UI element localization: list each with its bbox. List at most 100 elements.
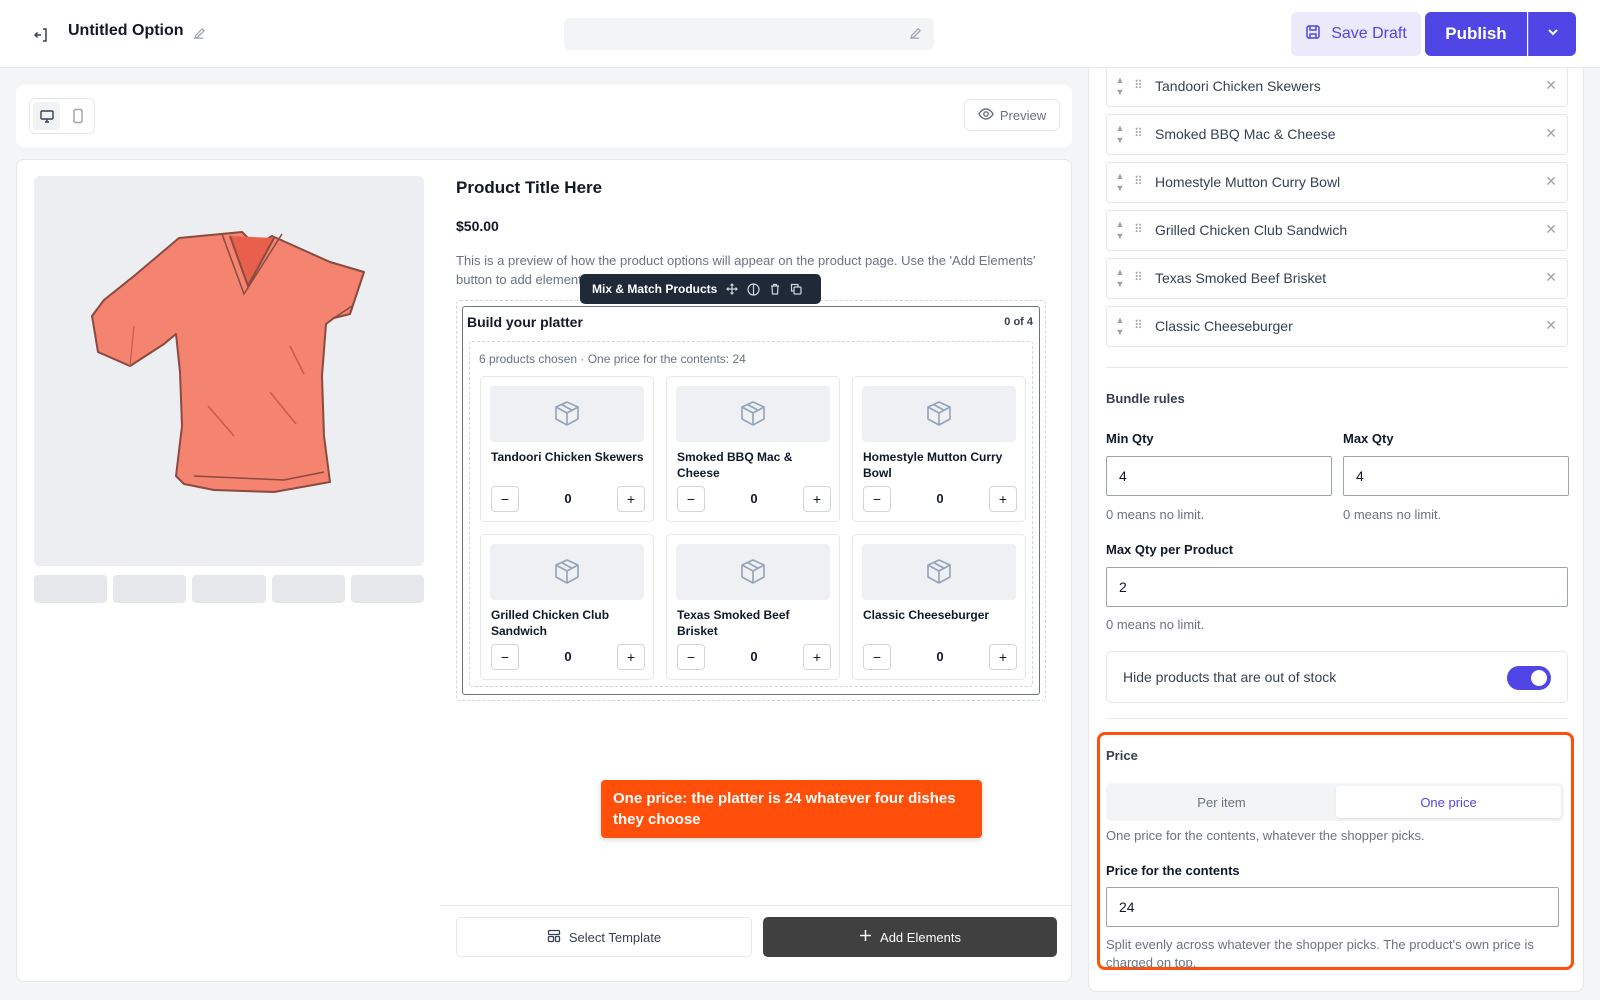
remove-icon[interactable]: ✕ (1545, 77, 1557, 94)
publish-button[interactable]: Publish (1425, 12, 1527, 56)
platter-title: Build your platter (467, 314, 583, 330)
max-per-product-label: Max Qty per Product (1106, 542, 1234, 557)
decrement-button[interactable]: − (491, 486, 519, 512)
quantity-stepper: − 0 + (491, 644, 645, 670)
contents-price-input[interactable]: 24 (1106, 887, 1559, 927)
thumbnail[interactable] (34, 575, 108, 603)
save-draft-label: Save Draft (1331, 25, 1407, 42)
sort-arrows-icon[interactable]: ▲ ▼ (1113, 74, 1127, 98)
box-icon (862, 544, 1016, 600)
price-heading: Price (1106, 748, 1138, 763)
increment-button[interactable]: + (803, 644, 831, 670)
option-name-field[interactable] (564, 18, 934, 50)
one-price-option[interactable]: One price (1336, 786, 1561, 818)
move-icon[interactable] (726, 283, 739, 295)
quantity-stepper: − 0 + (677, 644, 831, 670)
remove-icon[interactable]: ✕ (1545, 173, 1557, 190)
quantity-stepper: − 0 + (863, 644, 1017, 670)
trash-icon[interactable] (769, 283, 781, 295)
drag-handle-icon[interactable]: ⠿ (1134, 78, 1143, 92)
remove-icon[interactable]: ✕ (1545, 269, 1557, 286)
publish-dropdown-button[interactable] (1528, 12, 1576, 56)
save-icon (1305, 24, 1321, 45)
drag-handle-icon[interactable]: ⠿ (1134, 174, 1143, 188)
remove-icon[interactable]: ✕ (1545, 125, 1557, 142)
drag-handle-icon[interactable]: ⠿ (1134, 126, 1143, 140)
sort-arrows-icon[interactable]: ▲ ▼ (1113, 122, 1127, 146)
add-elements-label: Add Elements (880, 929, 961, 945)
remove-icon[interactable]: ✕ (1545, 221, 1557, 238)
thumbnail[interactable] (192, 575, 266, 603)
thumbnail[interactable] (350, 575, 425, 603)
hide-out-of-stock-row: Hide products that are out of stock (1106, 651, 1568, 703)
chosen-note: 6 products chosen · One price for the co… (479, 352, 746, 366)
duplicate-icon[interactable] (790, 283, 802, 295)
chevron-down-icon (1545, 24, 1561, 45)
decrement-button[interactable]: − (491, 644, 519, 670)
drag-handle-icon[interactable]: ⠿ (1134, 318, 1143, 332)
box-icon (862, 386, 1016, 442)
max-per-product-input[interactable]: 2 (1106, 567, 1568, 607)
list-item[interactable]: ▲ ▼ ⠿ Homestyle Mutton Curry Bowl ✕ (1106, 162, 1568, 203)
contents-price-label: Price for the contents (1106, 863, 1240, 878)
drag-handle-icon[interactable]: ⠿ (1134, 222, 1143, 236)
list-item[interactable]: ▲ ▼ ⠿ Grilled Chicken Club Sandwich ✕ (1106, 210, 1568, 251)
mix-match-element[interactable]: Build your platter 0 of 4 6 products cho… (462, 306, 1040, 695)
decrement-button[interactable]: − (863, 644, 891, 670)
columns-icon[interactable] (747, 282, 760, 296)
thumbnail[interactable] (113, 575, 187, 603)
preview-button[interactable]: Preview (964, 99, 1060, 131)
decrement-button[interactable]: − (677, 486, 705, 512)
thumbnail-strip (34, 575, 425, 603)
decrement-button[interactable]: − (677, 644, 705, 670)
list-item[interactable]: ▲ ▼ ⠿ Tandoori Chicken Skewers ✕ (1106, 68, 1568, 107)
element-toolbar: Mix & Match Products (580, 274, 821, 304)
device-toggle (29, 98, 95, 134)
product-card: Grilled Chicken Club Sandwich − 0 + (480, 534, 654, 680)
product-card: Texas Smoked Beef Brisket − 0 + (666, 534, 840, 680)
min-qty-label: Min Qty (1106, 431, 1154, 446)
list-item[interactable]: ▲ ▼ ⠿ Smoked BBQ Mac & Cheese ✕ (1106, 114, 1568, 155)
mobile-icon[interactable] (64, 102, 91, 130)
box-icon (490, 386, 644, 442)
thumbnail[interactable] (271, 575, 345, 603)
hide-out-of-stock-toggle[interactable] (1507, 666, 1551, 690)
sort-arrows-icon[interactable]: ▲ ▼ (1113, 170, 1127, 194)
list-item[interactable]: ▲ ▼ ⠿ Classic Cheeseburger ✕ (1106, 306, 1568, 347)
preview-canvas: Product Title Here $50.00 This is a prev… (16, 159, 1072, 982)
sort-arrows-icon[interactable]: ▲ ▼ (1113, 314, 1127, 338)
per-item-option[interactable]: Per item (1109, 786, 1334, 818)
remove-icon[interactable]: ✕ (1545, 317, 1557, 334)
increment-button[interactable]: + (989, 486, 1017, 512)
increment-button[interactable]: + (803, 486, 831, 512)
decrement-button[interactable]: − (863, 486, 891, 512)
box-icon (676, 386, 830, 442)
sort-arrows-icon[interactable]: ▲ ▼ (1113, 266, 1127, 290)
increment-button[interactable]: + (617, 644, 645, 670)
quantity-value: 0 (564, 649, 572, 664)
increment-button[interactable]: + (989, 644, 1017, 670)
add-elements-button[interactable]: Add Elements (763, 917, 1057, 957)
product-name: Texas Smoked Beef Brisket (677, 608, 790, 638)
eye-icon (978, 106, 994, 125)
settings-panel: ▲ ▼ ⠿ Tandoori Chicken Skewers ✕ ▲ ▼ ⠿ Smo… (1088, 68, 1584, 992)
max-qty-input[interactable]: 4 (1343, 456, 1569, 496)
pencil-icon[interactable] (193, 27, 206, 45)
max-qty-label: Max Qty (1343, 431, 1394, 446)
increment-button[interactable]: + (617, 486, 645, 512)
divider (1106, 718, 1568, 719)
product-name: Classic Cheeseburger (863, 608, 990, 622)
quantity-stepper: − 0 + (677, 486, 831, 512)
exit-icon[interactable] (30, 24, 52, 46)
desktop-icon[interactable] (33, 102, 60, 130)
sort-arrows-icon[interactable]: ▲ ▼ (1113, 218, 1127, 242)
select-template-button[interactable]: Select Template (456, 917, 752, 957)
product-name: Tandoori Chicken Skewers (491, 450, 644, 464)
product-price: $50.00 (456, 218, 499, 234)
drag-handle-icon[interactable]: ⠿ (1134, 270, 1143, 284)
save-draft-button[interactable]: Save Draft (1291, 12, 1421, 56)
quantity-value: 0 (936, 491, 944, 506)
min-qty-input[interactable]: 4 (1106, 456, 1332, 496)
list-item[interactable]: ▲ ▼ ⠿ Texas Smoked Beef Brisket ✕ (1106, 258, 1568, 299)
list-item-label: Tandoori Chicken Skewers (1155, 78, 1321, 94)
